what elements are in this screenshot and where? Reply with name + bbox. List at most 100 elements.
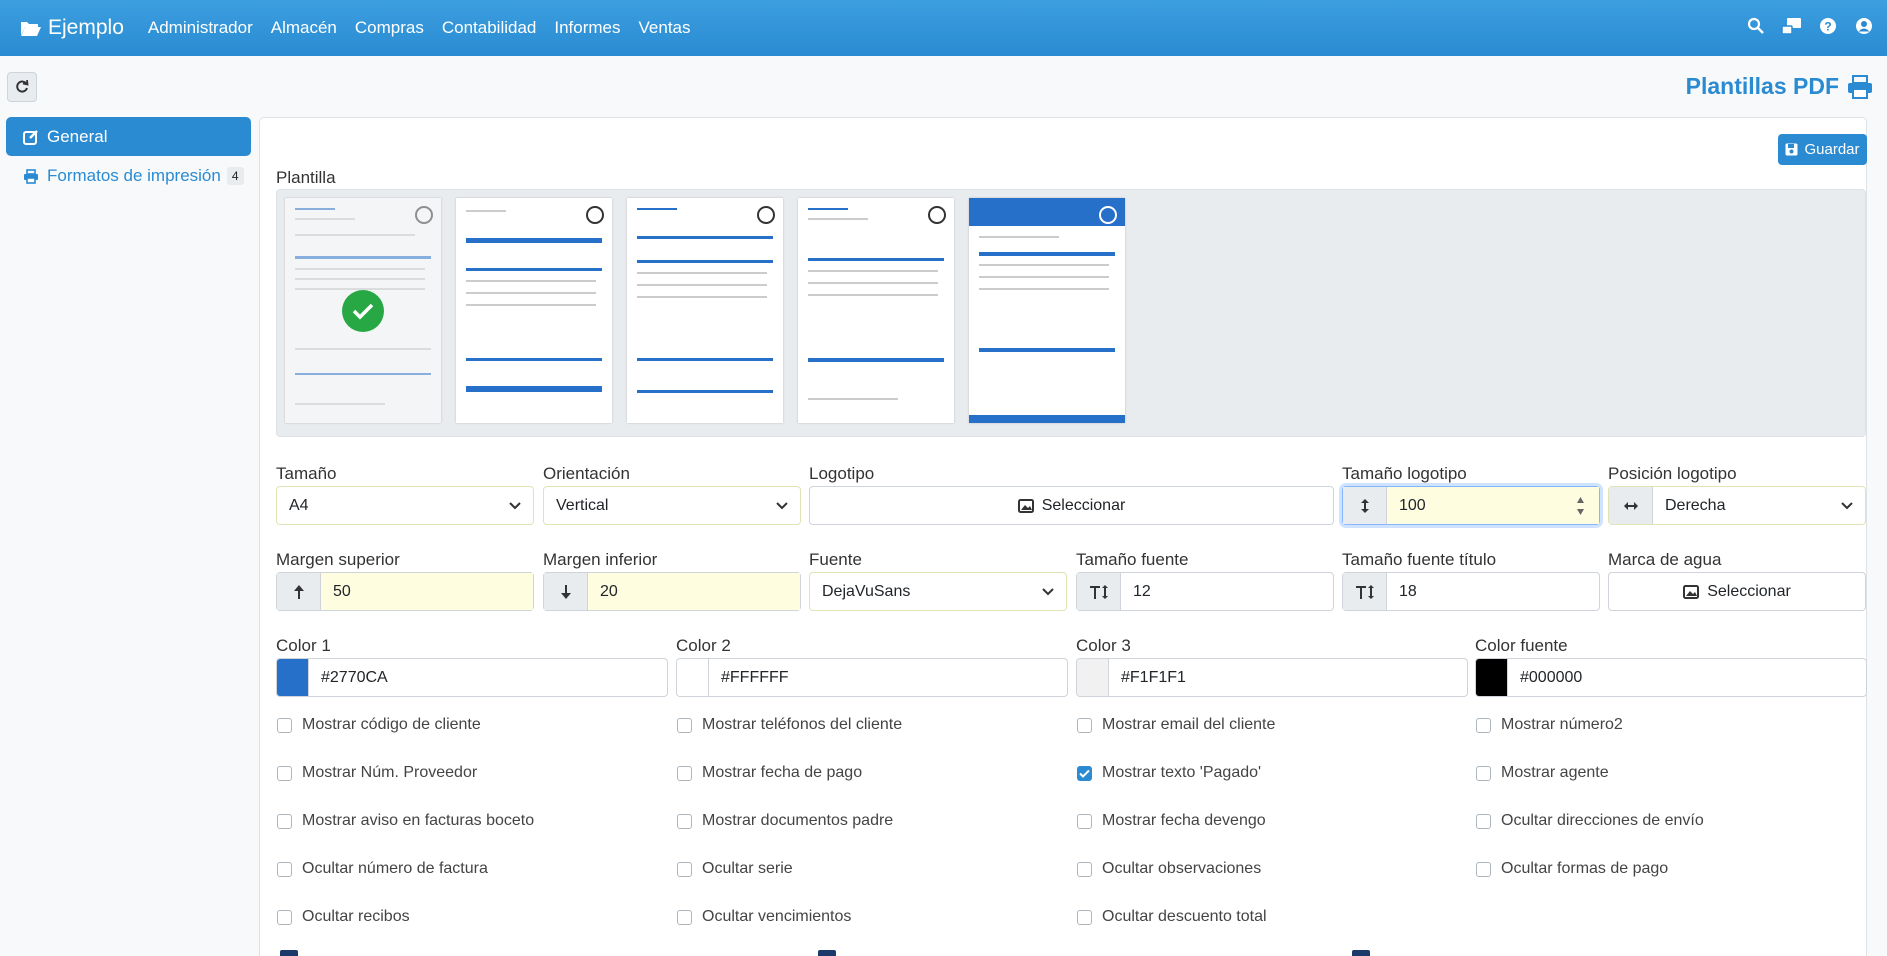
checkbox-checked-icon[interactable] [1077,765,1092,781]
checkbox-icon[interactable] [277,813,292,829]
checkbox-icon[interactable] [277,861,292,877]
edit-icon [23,129,38,145]
option-label: Mostrar documentos padre [702,812,894,829]
sidebar-item-formats[interactable]: Formatos de impresión 4 [23,166,244,186]
sidebar-item-general[interactable]: General [6,117,251,156]
cash-register-icon[interactable] [1781,15,1803,37]
option-checkbox[interactable]: Ocultar serie [677,860,793,878]
option-checkbox[interactable]: Ocultar direcciones de envío [1476,812,1704,830]
checkbox-icon[interactable] [277,717,292,733]
size-select[interactable]: A4 [276,486,534,525]
nav-ventas[interactable]: Ventas [639,18,691,38]
color-swatch[interactable] [277,659,309,696]
template-thumb-3[interactable] [627,198,783,423]
option-checkbox[interactable]: Ocultar descuento total [1077,908,1267,926]
color-label: Color fuente [1475,636,1568,655]
watermark-select-button[interactable]: Seleccionar [1608,572,1866,611]
size-label: Tamaño [276,464,337,483]
checkbox-icon[interactable] [1077,813,1092,829]
checkbox-icon[interactable] [1077,861,1092,877]
font-size-input[interactable]: 12 [1076,572,1334,611]
checkbox-icon[interactable] [277,765,292,781]
checkbox-icon[interactable] [277,909,292,925]
search-icon[interactable] [1745,15,1767,37]
checkbox-icon[interactable] [1476,813,1491,829]
option-checkbox[interactable]: Mostrar Núm. Proveedor [277,764,477,782]
spinner-icon[interactable] [1576,496,1585,521]
nav-compras[interactable]: Compras [355,18,424,38]
color-swatch[interactable] [1077,659,1109,696]
chevron-down-icon [509,501,521,509]
logo-position-value: Derecha [1665,496,1726,514]
logo-size-label: Tamaño logotipo [1342,464,1467,483]
template-thumb-2[interactable] [456,198,612,423]
option-label: Mostrar texto 'Pagado' [1102,764,1262,781]
option-checkbox[interactable]: Mostrar fecha devengo [1077,812,1266,830]
nav-contabilidad[interactable]: Contabilidad [442,18,537,38]
logo-position-select[interactable]: Derecha [1608,486,1866,525]
checkbox-icon[interactable] [677,765,692,781]
option-checkbox[interactable]: Ocultar vencimientos [677,908,851,926]
color-value: #F1F1F1 [1121,668,1186,686]
option-checkbox[interactable]: Ocultar recibos [277,908,410,926]
option-checkbox[interactable]: Mostrar número2 [1476,716,1623,734]
user-icon[interactable] [1853,15,1875,37]
arrow-up-icon [277,573,321,610]
margin-bottom-input[interactable]: 20 [543,572,801,611]
option-checkbox[interactable]: Mostrar teléfonos del cliente [677,716,902,734]
color-swatch[interactable] [677,659,709,696]
nav-informes[interactable]: Informes [554,18,620,38]
color-input[interactable]: #000000 [1475,658,1867,697]
template-thumb-5[interactable] [969,198,1125,423]
folder-open-icon [21,22,41,36]
save-button[interactable]: Guardar [1778,134,1867,165]
checkbox-icon[interactable] [1476,717,1491,733]
nav-almacen[interactable]: Almacén [271,18,337,38]
checkbox-icon[interactable] [677,861,692,877]
checkbox-icon[interactable] [1077,717,1092,733]
color-label: Color 3 [1076,636,1131,655]
option-label: Ocultar serie [702,860,793,877]
help-icon[interactable]: ? [1817,15,1839,37]
logo-size-input[interactable]: 100 [1342,486,1600,525]
orientation-select[interactable]: Vertical [543,486,801,525]
logo-select-button[interactable]: Seleccionar [809,486,1334,525]
page-title-text: Plantillas PDF [1685,73,1839,99]
logo-mark [928,206,946,224]
color-input[interactable]: #2770CA [276,658,668,697]
nav-administrador[interactable]: Administrador [148,18,253,38]
title-size-input[interactable]: 18 [1342,572,1600,611]
option-checkbox[interactable]: Ocultar número de factura [277,860,488,878]
checkbox-icon[interactable] [677,813,692,829]
option-checkbox[interactable]: Mostrar fecha de pago [677,764,862,782]
checkbox-icon[interactable] [677,909,692,925]
checkbox-icon[interactable] [677,717,692,733]
option-checkbox[interactable]: Mostrar documentos padre [677,812,893,830]
color-swatch[interactable] [1476,659,1508,696]
option-checkbox[interactable]: Mostrar agente [1476,764,1609,782]
option-checkbox[interactable]: Ocultar formas de pago [1476,860,1668,878]
color-input[interactable]: #FFFFFF [676,658,1068,697]
font-size-label: Tamaño fuente [1076,550,1189,569]
option-checkbox[interactable]: Ocultar observaciones [1077,860,1261,878]
option-checkbox[interactable]: Mostrar aviso en facturas boceto [277,812,534,830]
option-label: Mostrar fecha devengo [1102,812,1266,829]
brand[interactable]: Ejemplo [20,16,124,40]
option-checkbox[interactable]: Mostrar email del cliente [1077,716,1275,734]
template-thumb-4[interactable] [798,198,954,423]
option-checkbox[interactable]: Mostrar código de cliente [277,716,481,734]
color-label: Color 2 [676,636,731,655]
font-select[interactable]: DejaVuSans [809,572,1067,611]
margin-top-input[interactable]: 50 [276,572,534,611]
chevron-down-icon [1042,587,1054,595]
logo-mark [586,206,604,224]
checkbox-icon[interactable] [1077,909,1092,925]
option-label: Mostrar código de cliente [302,716,481,733]
option-checkbox[interactable]: Mostrar texto 'Pagado' [1077,764,1261,782]
color-input[interactable]: #F1F1F1 [1076,658,1468,697]
logo-size-value: 100 [1387,487,1599,524]
color-value: #000000 [1520,668,1583,686]
refresh-button[interactable] [7,72,37,102]
checkbox-icon[interactable] [1476,765,1491,781]
checkbox-icon[interactable] [1476,861,1491,877]
